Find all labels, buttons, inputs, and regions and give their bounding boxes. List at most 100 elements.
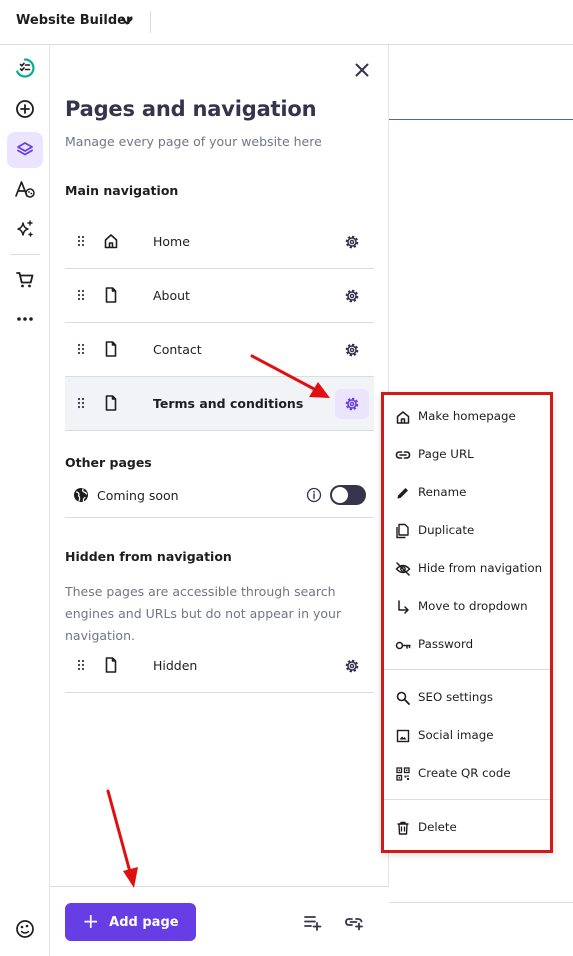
drag-handle-icon[interactable] — [77, 659, 85, 671]
add-element-button[interactable] — [7, 91, 43, 127]
menu-item-label: Make homepage — [418, 409, 516, 423]
page-label: Home — [153, 234, 190, 249]
add-page-button[interactable]: + Add page — [65, 903, 196, 941]
image-icon — [396, 729, 410, 743]
home-icon — [104, 234, 118, 249]
page-row-home[interactable]: Home — [65, 215, 374, 269]
coming-soon-toggle[interactable] — [330, 485, 366, 505]
page-settings-menu: Make homepage Page URL Rename Duplicate … — [381, 392, 553, 853]
menu-item-social-image[interactable]: Social image — [384, 716, 550, 754]
page-row-terms[interactable]: Terms and conditions — [65, 377, 374, 431]
menu-item-rename[interactable]: Rename — [384, 473, 550, 511]
menu-item-label: Password — [418, 637, 474, 651]
more-dots-icon — [17, 317, 33, 321]
menu-item-hide-from-navigation[interactable]: Hide from navigation — [384, 549, 550, 587]
menu-item-seo-settings[interactable]: SEO settings — [384, 678, 550, 716]
menu-item-label: Page URL — [418, 447, 474, 461]
gear-icon — [345, 289, 359, 303]
plus-circle-icon — [16, 100, 34, 118]
styles-button[interactable] — [7, 171, 43, 207]
menu-item-label: Create QR code — [418, 766, 511, 780]
menu-item-label: Rename — [418, 485, 467, 499]
menu-item-delete[interactable]: Delete — [384, 808, 550, 846]
menu-item-move-to-dropdown[interactable]: Move to dropdown — [384, 587, 550, 625]
toggle-knob — [332, 487, 348, 503]
add-page-label: Add page — [109, 914, 179, 930]
main-navigation-heading: Main navigation — [65, 183, 179, 198]
app-title[interactable]: Website Builder — [16, 13, 132, 28]
panel-footer: + Add page — [50, 886, 389, 956]
page-settings-button[interactable] — [335, 227, 369, 257]
info-icon[interactable] — [306, 487, 322, 503]
eye-off-icon — [395, 562, 411, 576]
coming-soon-label: Coming soon — [97, 488, 179, 503]
plus-icon: + — [82, 909, 100, 933]
more-button[interactable] — [7, 301, 43, 337]
page-label: Hidden — [153, 658, 198, 673]
chevron-down-icon[interactable] — [119, 13, 135, 29]
close-icon[interactable] — [352, 60, 372, 80]
add-list-item-icon[interactable] — [303, 912, 323, 932]
other-pages-heading: Other pages — [65, 455, 152, 470]
pencil-icon — [397, 488, 408, 499]
rail-divider — [10, 254, 40, 255]
page-icon — [105, 287, 117, 303]
menu-item-label: Delete — [418, 820, 457, 834]
search-icon — [396, 691, 410, 705]
drag-handle-icon[interactable] — [77, 343, 85, 355]
menu-item-label: Move to dropdown — [418, 599, 528, 613]
page-settings-button[interactable] — [335, 651, 369, 681]
page-row-contact[interactable]: Contact — [65, 323, 374, 377]
drag-handle-icon[interactable] — [77, 289, 85, 301]
menu-item-label: SEO settings — [418, 690, 494, 704]
home-icon — [396, 411, 410, 424]
menu-item-create-qr-code[interactable]: Create QR code — [384, 754, 550, 792]
canvas-divider — [389, 902, 573, 903]
page-label: Contact — [153, 342, 202, 357]
typography-palette-icon — [15, 181, 35, 198]
coming-soon-row: Coming soon — [65, 475, 374, 518]
cart-icon — [16, 272, 34, 288]
menu-item-label: Hide from navigation — [418, 561, 543, 575]
checklist-button[interactable] — [7, 50, 43, 86]
store-button[interactable] — [7, 262, 43, 298]
menu-item-page-url[interactable]: Page URL — [384, 435, 550, 473]
checklist-icon — [16, 58, 35, 78]
drag-handle-icon[interactable] — [77, 235, 85, 247]
menu-item-duplicate[interactable]: Duplicate — [384, 511, 550, 549]
page-settings-button[interactable] — [335, 335, 369, 365]
drag-handle-icon[interactable] — [77, 397, 85, 409]
arrow-down-right-icon — [398, 600, 409, 614]
key-icon — [395, 641, 411, 650]
trash-icon — [397, 821, 409, 835]
menu-item-label: Duplicate — [418, 523, 475, 537]
divider — [150, 11, 151, 33]
page-title: Pages and navigation — [65, 97, 317, 121]
sparkle-icon — [17, 220, 33, 237]
ai-tools-button[interactable] — [7, 211, 43, 247]
pages-panel: Pages and navigation Manage every page o… — [50, 45, 389, 956]
left-rail — [0, 45, 50, 956]
page-settings-button[interactable] — [335, 281, 369, 311]
page-row-about[interactable]: About — [65, 269, 374, 323]
page-row-hidden[interactable]: Hidden — [65, 639, 374, 693]
add-link-icon[interactable] — [344, 912, 364, 932]
page-settings-button[interactable] — [335, 389, 369, 419]
gear-icon — [345, 343, 359, 357]
page-label: About — [153, 288, 190, 303]
gear-icon — [345, 235, 359, 249]
page-icon — [105, 395, 117, 411]
appearance-button[interactable] — [7, 911, 43, 947]
layers-icon — [17, 142, 33, 156]
pages-button[interactable] — [7, 132, 43, 168]
link-icon — [395, 451, 411, 459]
page-label: Terms and conditions — [153, 396, 304, 411]
palette-icon — [16, 920, 34, 938]
gear-icon — [345, 397, 359, 411]
top-bar: Website Builder — [0, 0, 573, 45]
globe-icon — [74, 488, 88, 502]
menu-item-make-homepage[interactable]: Make homepage — [384, 397, 550, 435]
menu-item-password[interactable]: Password — [384, 625, 550, 663]
duplicate-icon — [396, 523, 409, 539]
page-subtitle: Manage every page of your website here — [65, 134, 322, 149]
